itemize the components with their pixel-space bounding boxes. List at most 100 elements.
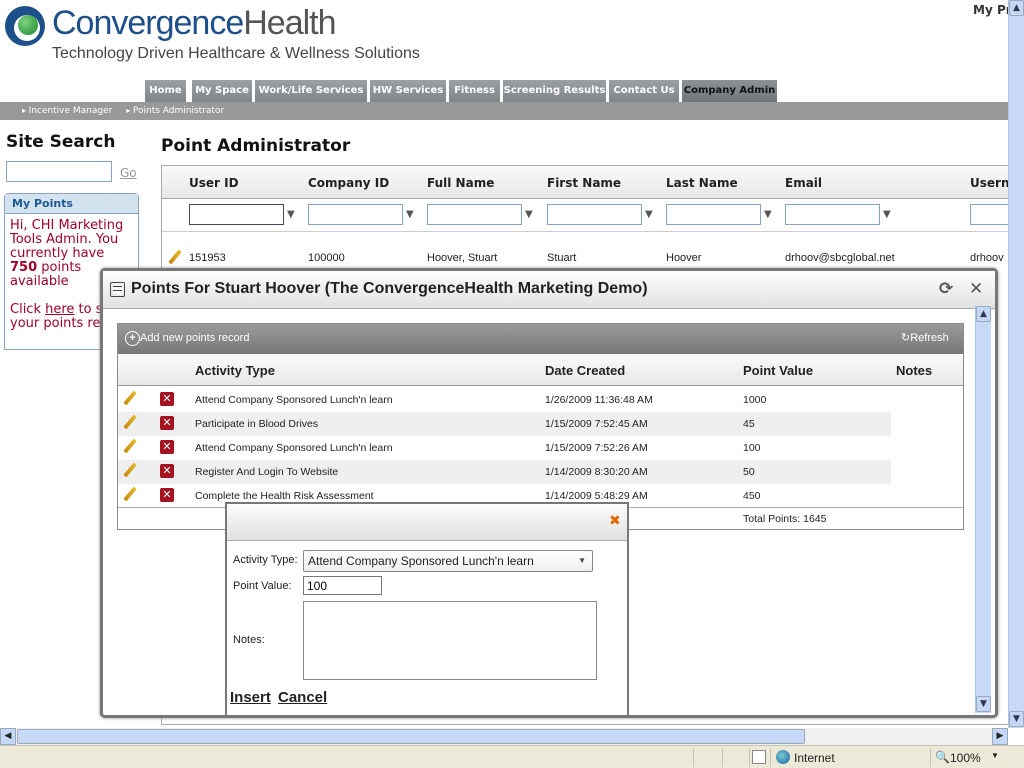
cell-username: drhoov [970, 252, 1004, 264]
filter-icon[interactable]: ▼ [645, 209, 653, 220]
col-company-id[interactable]: Company ID [308, 176, 389, 190]
col-notes[interactable]: Notes [896, 363, 932, 378]
page-title: Point Administrator [161, 136, 351, 156]
total-points: Total Points: 1645 [743, 513, 827, 525]
refresh-button[interactable]: ↻Refresh [901, 331, 949, 344]
brand-tagline: Technology Driven Healthcare & Wellness … [52, 45, 420, 62]
protected-mode-icon[interactable] [752, 750, 766, 764]
filter-icon[interactable]: ▼ [883, 209, 891, 220]
page-vertical-scrollbar[interactable]: ▲ ▼ [1008, 0, 1024, 728]
filter-user-id[interactable] [189, 204, 284, 225]
cell-last-name: Hoover [666, 252, 702, 264]
add-points-record-button[interactable]: + Add new points record [125, 331, 249, 346]
cell-company-id: 100000 [308, 252, 345, 264]
scroll-right-button[interactable]: ▶ [992, 728, 1008, 745]
tab-my-space[interactable]: My Space [192, 80, 252, 102]
cell-first-name: Stuart [547, 252, 577, 264]
tab-home[interactable]: Home [145, 80, 186, 102]
my-profile-link[interactable]: My Pr [973, 3, 1012, 17]
edit-pencil-icon[interactable] [122, 391, 136, 405]
site-search-input[interactable] [6, 161, 112, 182]
scroll-left-button[interactable]: ◀ [0, 728, 16, 745]
filter-first-name[interactable] [547, 204, 642, 225]
close-icon[interactable]: ✕ [969, 279, 983, 299]
go-button[interactable]: Go [120, 166, 137, 180]
filter-icon[interactable]: ▼ [287, 209, 295, 220]
delete-icon[interactable]: ✕ [160, 392, 174, 406]
popup-header[interactable]: ✖ [227, 504, 627, 541]
modal-titlebar[interactable]: Points For Stuart Hoover (The Convergenc… [103, 271, 995, 309]
points-row: ✕ Attend Company Sponsored Lunch'n learn 1… [118, 388, 891, 412]
scroll-up-button[interactable]: ▲ [1009, 0, 1024, 16]
grid-toolbar: + Add new points record ↻Refresh [118, 324, 963, 354]
breadcrumb-incentive-manager[interactable]: Incentive Manager [22, 106, 112, 116]
points-row: ✕ Attend Company Sponsored Lunch'n learn 1… [118, 436, 891, 460]
breadcrumb-points-administrator[interactable]: Points Administrator [126, 106, 224, 116]
zoom-dropdown-icon[interactable]: ▼ [991, 751, 999, 760]
filter-icon[interactable]: ▼ [764, 209, 772, 220]
tab-fitness[interactable]: Fitness [449, 80, 500, 102]
col-date-created[interactable]: Date Created [545, 363, 625, 378]
scroll-down-button[interactable]: ▼ [1009, 711, 1024, 727]
filter-username[interactable] [970, 204, 1010, 225]
browser-status-bar: Internet 🔍 100% ▼ [0, 745, 1024, 768]
delete-icon[interactable]: ✕ [160, 440, 174, 454]
filter-last-name[interactable] [666, 204, 761, 225]
modal-scroll-up[interactable]: ▲ [976, 306, 991, 322]
tab-contact-us[interactable]: Contact Us [609, 80, 679, 102]
filter-email[interactable] [785, 204, 880, 225]
delete-icon[interactable]: ✕ [160, 416, 174, 430]
reload-icon[interactable]: ⟳ [939, 279, 953, 299]
filter-full-name[interactable] [427, 204, 522, 225]
notes-label: Notes: [233, 634, 265, 646]
popup-close-icon[interactable]: ✖ [609, 513, 621, 529]
cell-user-id: 151953 [189, 252, 226, 264]
edit-pencil-icon[interactable] [122, 463, 136, 477]
insert-button[interactable]: Insert [230, 689, 271, 706]
insert-points-popup: ✖ Activity Type: Attend Company Sponsore… [225, 502, 629, 717]
col-first-name[interactable]: First Name [547, 176, 621, 190]
points-report-link[interactable]: here [45, 302, 74, 317]
filter-icon[interactable]: ▼ [406, 209, 414, 220]
col-email[interactable]: Email [785, 176, 822, 190]
edit-pencil-icon[interactable] [122, 415, 136, 429]
points-grid: + Add new points record ↻Refresh Activity… [117, 323, 964, 530]
breadcrumb: Incentive Manager Points Administrator [0, 102, 1008, 120]
col-last-name[interactable]: Last Name [666, 176, 738, 190]
points-count: 750 [10, 260, 38, 275]
horizontal-scroll-thumb[interactable] [17, 729, 805, 744]
point-value-input[interactable] [303, 576, 382, 595]
filter-icon[interactable]: ▼ [525, 209, 533, 220]
cell-full-name: Hoover, Stuart [427, 252, 498, 264]
modal-vertical-scrollbar[interactable]: ▲ ▼ [975, 306, 991, 713]
tab-hw-services[interactable]: HW Services [370, 80, 446, 102]
col-activity-type[interactable]: Activity Type [195, 363, 275, 378]
activity-type-label: Activity Type: [233, 554, 298, 566]
edit-pencil-icon[interactable] [122, 487, 136, 501]
col-user-id[interactable]: User ID [189, 176, 239, 190]
tab-company-admin[interactable]: Company Admin [682, 80, 777, 102]
edit-pencil-icon[interactable] [122, 439, 136, 453]
page-horizontal-scrollbar[interactable]: ◀ ▶ [0, 728, 1008, 745]
delete-icon[interactable]: ✕ [160, 464, 174, 478]
notes-textarea[interactable] [303, 601, 597, 680]
tab-work-life-services[interactable]: Work/Life Services [255, 80, 367, 102]
points-row: ✕ Participate in Blood Drives 1/15/2009 7:… [118, 412, 891, 436]
edit-pencil-icon[interactable] [167, 250, 181, 264]
points-row: ✕ Register And Login To Website 1/14/2009 … [118, 460, 891, 484]
col-full-name[interactable]: Full Name [427, 176, 494, 190]
tab-screening-results[interactable]: Screening Results [503, 80, 606, 102]
filter-company-id[interactable] [308, 204, 403, 225]
zoom-level[interactable]: 100% [950, 751, 981, 765]
my-points-title: My Points [5, 194, 138, 214]
delete-icon[interactable]: ✕ [160, 488, 174, 502]
col-point-value[interactable]: Point Value [743, 363, 813, 378]
activity-type-select[interactable]: Attend Company Sponsored Lunch'n learn [303, 550, 593, 572]
modal-scroll-down[interactable]: ▼ [976, 696, 991, 712]
cancel-button[interactable]: Cancel [278, 689, 327, 706]
brand-logo: ConvergenceHealth [52, 4, 337, 42]
table-row: 151953 100000 Hoover, Stuart Stuart Hoov… [162, 246, 1008, 270]
col-username[interactable]: Usern [970, 176, 1010, 190]
refresh-icon: ↻ [901, 332, 911, 344]
cell-email: drhoov@sbcglobal.net [785, 252, 895, 264]
